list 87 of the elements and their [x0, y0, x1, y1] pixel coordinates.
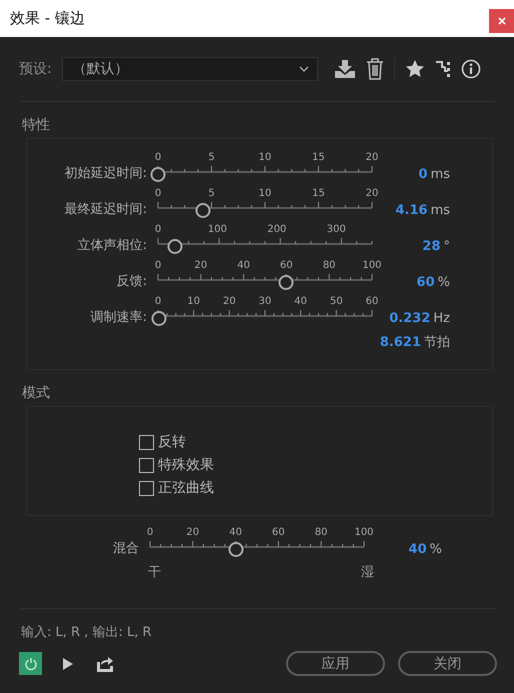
unit-label: % [430, 542, 442, 557]
scale-label: 20 [366, 152, 378, 164]
power-icon [24, 656, 38, 670]
preset-dropdown[interactable]: （默认） [62, 57, 318, 81]
scale-label: 0 [146, 527, 154, 539]
dry-label: 干 [148, 564, 161, 581]
scale-label: 60 [366, 296, 378, 308]
scale-label: 10 [258, 152, 272, 164]
mix-label: 混合 [112, 540, 139, 558]
unit-label: ° [444, 239, 450, 254]
scale-label: 100 [208, 224, 227, 236]
dialog-button[interactable]: 关闭 [398, 651, 497, 676]
scale-label: 80 [322, 260, 336, 272]
value-reading: 40 [408, 542, 427, 557]
scale-label: 80 [314, 527, 328, 539]
dialog-button[interactable]: 应用 [286, 651, 385, 676]
checkbox[interactable] [139, 458, 154, 472]
download-icon[interactable] [334, 59, 356, 79]
scale-label: 5 [208, 152, 215, 164]
checkbox[interactable] [139, 480, 154, 496]
unit-label: % [438, 275, 450, 290]
chevron-icon [298, 66, 309, 72]
scale-label: 100 [354, 527, 374, 539]
value-reading: 60 [416, 275, 435, 290]
scale-label: 15 [312, 188, 325, 200]
scale-label: 40 [229, 527, 242, 539]
slider-label: 反馈: [116, 273, 147, 291]
checkbox-option[interactable]: 特殊效果 [139, 456, 214, 474]
slider-thumb[interactable] [151, 311, 166, 326]
section-title: 模式 [22, 384, 51, 402]
wet-label: 湿 [361, 564, 374, 581]
scale-label: 100 [362, 260, 382, 272]
scale-label: 20 [194, 260, 208, 272]
export-icon[interactable] [96, 656, 114, 672]
info-icon[interactable] [460, 59, 481, 79]
power-button[interactable] [19, 652, 42, 675]
trash-icon[interactable] [366, 58, 384, 80]
slider-label: 调制速率: [90, 309, 147, 327]
slider-label: 最终延迟时间: [64, 201, 147, 219]
unit-label: ms [430, 167, 450, 182]
scale-label: 5 [208, 188, 215, 200]
slider-thumb[interactable] [278, 275, 294, 290]
scale-label: 0 [154, 296, 162, 308]
scale-label: 40 [237, 260, 250, 272]
slider-thumb[interactable] [167, 239, 182, 254]
value-reading: 0.232 [389, 311, 430, 326]
slider-label: 立体声相位: [76, 237, 147, 255]
value-reading: 8.621 [380, 334, 421, 350]
unit-label: ms [430, 203, 450, 218]
scale-label: 10 [187, 296, 200, 308]
scale-label: 0 [154, 152, 162, 164]
close-button[interactable] [489, 8, 514, 32]
scale-label: 0 [154, 224, 162, 236]
close-icon [496, 16, 506, 26]
scale-label: 20 [186, 527, 200, 539]
slider-label: 初始延迟时间: [64, 165, 147, 183]
scale-label: 20 [222, 296, 236, 308]
io-label: 输入: L, R , 输出: L, R [21, 624, 153, 641]
checkbox[interactable] [139, 434, 154, 450]
scale-label: 30 [258, 296, 272, 308]
slider-thumb[interactable] [195, 203, 210, 218]
scale-label: 60 [272, 527, 285, 539]
value-reading: 4.16 [395, 203, 428, 218]
play-icon[interactable] [62, 656, 74, 670]
window-title: 效果 - 镶边 [9, 9, 85, 28]
unit-label: 节拍 [424, 334, 450, 351]
scale-label: 0 [154, 188, 162, 200]
scale-label: 0 [154, 260, 162, 272]
preset-label: 预设: [19, 60, 52, 78]
slider-thumb[interactable] [150, 167, 166, 182]
value-reading: 28 [422, 239, 440, 254]
slider-thumb[interactable] [228, 542, 244, 557]
scale-label: 300 [326, 224, 346, 236]
scale-label: 10 [258, 188, 272, 200]
value-reading: 0 [418, 167, 428, 182]
checkbox-option[interactable]: 反转 [139, 433, 186, 451]
scale-label: 60 [280, 260, 293, 272]
scale-label: 40 [294, 296, 308, 308]
scale-label: 200 [267, 224, 286, 236]
checkbox-option[interactable]: 正弦曲线 [139, 479, 214, 497]
routing-icon[interactable] [434, 60, 451, 78]
scale-label: 50 [330, 296, 343, 308]
star-icon[interactable] [404, 59, 425, 79]
scale-label: 20 [366, 188, 378, 200]
unit-label: Hz [433, 311, 450, 326]
scale-label: 15 [312, 152, 325, 164]
section-title: 特性 [22, 116, 51, 134]
